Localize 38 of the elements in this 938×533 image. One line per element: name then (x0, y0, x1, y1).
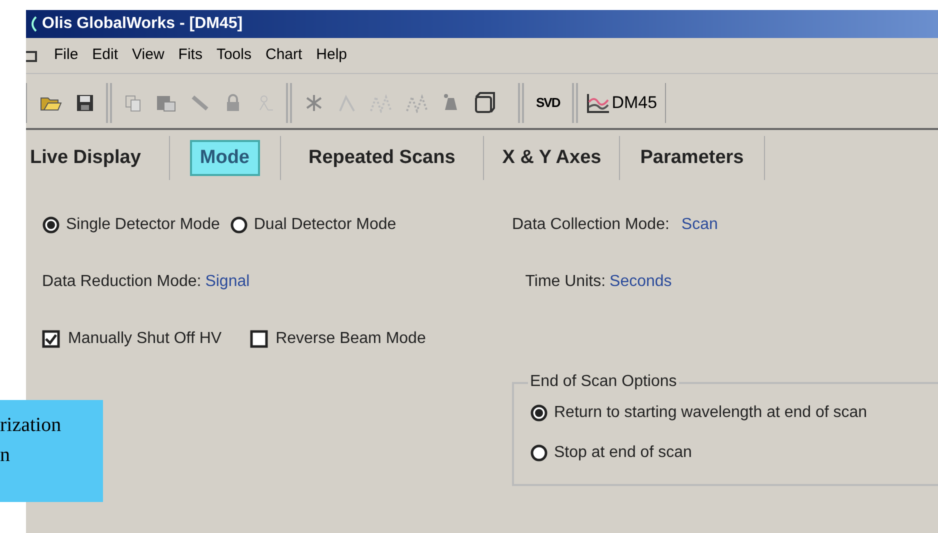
data-reduction-mode-label: Data Reduction Mode: (42, 272, 202, 292)
time-units-label: Time Units: (525, 272, 606, 292)
window-title: Olis GlobalWorks - [DM45] (42, 14, 243, 34)
window-icon[interactable] (474, 92, 496, 114)
time-units-value[interactable]: Seconds (610, 270, 672, 294)
radio-label: Stop at end of scan (554, 443, 692, 463)
checkbox[interactable] (42, 330, 60, 348)
group-box-title: End of Scan Options (528, 372, 679, 392)
checkbox-label: Manually Shut Off HV (68, 329, 222, 349)
menu-item[interactable]: Fits (178, 44, 202, 67)
radio-button[interactable] (230, 216, 248, 234)
menu-item[interactable]: Chart (265, 44, 302, 67)
radio-button[interactable] (530, 444, 548, 462)
tab[interactable]: Repeated Scans (308, 140, 456, 176)
menu-item[interactable]: Tools (216, 44, 252, 67)
checkbox[interactable] (250, 330, 268, 348)
data-collection-mode-value[interactable]: Scan (681, 213, 718, 237)
radio-label: Return to starting wavelength at end of scan (554, 403, 868, 423)
tab[interactable]: Parameters (640, 140, 744, 176)
dm45-button[interactable]: DM45 (586, 90, 658, 116)
checkbox-label: Reverse Beam Mode (276, 329, 426, 349)
callout-text: rization n (0, 413, 62, 468)
data-collection-mode-label: Data Collection Mode: (512, 215, 670, 235)
menu-item[interactable]: View (132, 44, 164, 67)
tab[interactable]: Mode (190, 140, 260, 176)
radio-label: Single Detector Mode (66, 215, 220, 235)
radio-button[interactable] (530, 404, 548, 422)
svd-button[interactable]: SVD (536, 93, 560, 113)
menu-item[interactable]: File (54, 44, 78, 67)
radio-button[interactable] (42, 216, 60, 234)
menu-item[interactable]: Edit (92, 44, 118, 67)
radio-label: Dual Detector Mode (254, 215, 396, 235)
tab[interactable]: Live Display (30, 140, 141, 176)
chart-icon (586, 92, 610, 114)
save-icon[interactable] (76, 94, 94, 112)
tab[interactable]: X & Y Axes (502, 140, 602, 176)
data-reduction-mode-value[interactable]: Signal (205, 270, 526, 294)
menu-item[interactable]: Help (316, 44, 348, 67)
